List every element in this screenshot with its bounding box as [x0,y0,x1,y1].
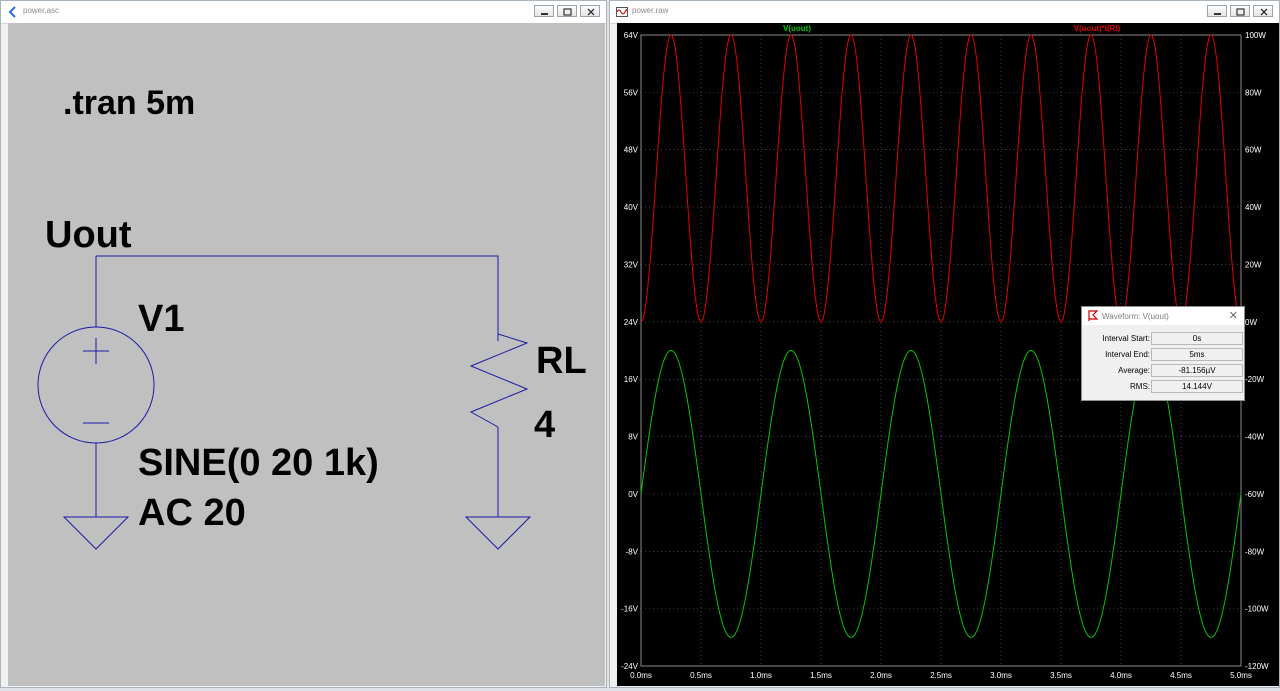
minimize-button[interactable] [1207,5,1227,17]
y-left-tick-label: 40V [624,203,639,212]
dialog-row-rms: RMS: 14.144V [1082,380,1244,394]
waveform-dialog[interactable]: Waveform: V(uout) ✕ Interval Start: 0s I… [1081,306,1245,401]
resistor-symbol [469,333,529,428]
average-label: Average: [1118,366,1150,375]
load-value-label[interactable]: 4 [534,404,555,446]
x-tick-label: 2.0ms [870,671,892,680]
schematic-titlebar[interactable]: power.asc [1,1,606,24]
y-left-tick-label: 0V [628,490,638,499]
plot-window-title: power.raw [632,6,669,15]
y-right-tick-label: 40W [1245,203,1262,212]
interval-end-label: Interval End: [1105,350,1150,359]
y-left-tick-label: 48V [624,146,639,155]
interval-end-field[interactable]: 5ms [1151,348,1243,361]
y-left-tick-label: 16V [624,375,639,384]
interval-start-label: Interval Start: [1102,334,1150,343]
rms-field[interactable]: 14.144V [1151,380,1243,393]
restore-button[interactable] [1230,5,1250,17]
source-value-label[interactable]: SINE(0 20 1k) [138,442,379,484]
source-name-label[interactable]: V1 [138,298,184,340]
y-right-tick-label: 60W [1245,146,1262,155]
x-tick-label: 1.5ms [810,671,832,680]
waveform-dialog-title: Waveform: V(uout) [1102,312,1169,321]
schematic-window[interactable]: power.asc .tran 5m Uout V1 SINE(0 20 1k)… [0,0,607,688]
y-right-tick-label: 20W [1245,260,1262,269]
x-tick-label: 3.5ms [1050,671,1072,680]
waveform-viewer-window[interactable]: power.raw 64V 100W 56V 80W 48V 60W 40V 40W 32V 20… [609,0,1280,688]
waveform-dialog-header[interactable]: Waveform: V(uout) ✕ [1082,307,1244,325]
x-tick-label: 0.0ms [630,671,652,680]
y-right-tick-label: -80W [1245,547,1265,556]
y-left-tick-label: 24V [624,318,639,327]
interval-start-field[interactable]: 0s [1151,332,1243,345]
x-tick-label: 4.5ms [1170,671,1192,680]
net-label-uout[interactable]: Uout [45,214,132,256]
ground-symbol-load [464,516,532,550]
plot-area[interactable]: 64V 100W 56V 80W 48V 60W 40V 40W 32V 20W 24V 0W 16V -… [617,23,1279,686]
y-left-tick-label: -16V [621,605,639,614]
dialog-row-average: Average: -81.156µV [1082,364,1244,378]
trace-label-voltage[interactable]: V(uout) [783,24,811,33]
ground-symbol-source [62,516,130,550]
close-icon[interactable]: ✕ [1229,309,1238,322]
waveform-app-icon [616,7,628,17]
y-right-tick-label: -60W [1245,490,1265,499]
x-tick-label: 1.0ms [750,671,772,680]
y-right-tick-label: 80W [1245,88,1262,97]
y-right-tick-label: 0W [1245,318,1257,327]
close-button[interactable] [580,5,600,17]
y-right-tick-label: -120W [1245,662,1269,671]
load-name-label[interactable]: RL [536,340,587,382]
minimize-button[interactable] [534,5,554,17]
average-field[interactable]: -81.156µV [1151,364,1243,377]
schematic-drawing: .tran 5m Uout V1 SINE(0 20 1k) AC 20 RL … [37,84,587,550]
x-tick-label: 4.0ms [1110,671,1132,680]
schematic-canvas[interactable]: .tran 5m Uout V1 SINE(0 20 1k) AC 20 RL … [8,23,605,686]
rms-label: RMS: [1130,382,1150,391]
plot-titlebar[interactable]: power.raw [610,1,1279,24]
y-right-tick-label: 100W [1245,31,1266,40]
y-right-tick-label: -100W [1245,605,1269,614]
y-left-tick-label: -24V [621,662,639,671]
x-tick-label: 0.5ms [690,671,712,680]
schematic-window-title: power.asc [23,6,60,15]
source-ac-label[interactable]: AC 20 [138,492,246,534]
x-tick-label: 5.0ms [1230,671,1252,680]
y-left-tick-label: -8V [626,547,639,556]
dialog-row-interval-start: Interval Start: 0s [1082,332,1244,346]
y-right-tick-label: -40W [1245,433,1265,442]
tran-directive[interactable]: .tran 5m [63,84,195,122]
x-tick-label: 3.0ms [990,671,1012,680]
voltage-source-symbol [37,326,155,444]
trace-power [640,34,1242,323]
ltspice-app-icon [8,6,16,18]
restore-button[interactable] [557,5,577,17]
y-left-tick-label: 32V [624,260,639,269]
y-left-tick-label: 56V [624,88,639,97]
waveform-dialog-icon [1088,310,1099,321]
trace-label-power[interactable]: V(uout)*I(Rl) [1074,24,1121,33]
close-button[interactable] [1253,5,1273,17]
y-left-tick-label: 8V [628,433,638,442]
dialog-row-interval-end: Interval End: 5ms [1082,348,1244,362]
y-left-tick-label: 64V [624,31,639,40]
y-right-tick-label: -20W [1245,375,1265,384]
x-tick-label: 2.5ms [930,671,952,680]
